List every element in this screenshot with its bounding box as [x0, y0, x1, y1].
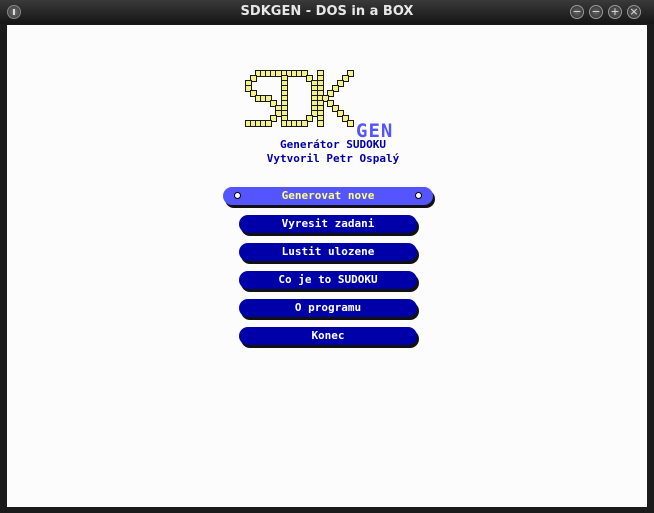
logo-block [265, 120, 272, 127]
logo-block [327, 90, 334, 97]
close-icon[interactable]: × [627, 5, 641, 19]
logo-subtitle: Generátor SUDOKU [280, 138, 386, 151]
title-bar[interactable]: SDKGEN - DOS in a BOX − − + × [0, 0, 654, 24]
menu-item-label: Generovat nove [281, 189, 375, 202]
menu-item-o-programu[interactable]: O programu [239, 299, 417, 317]
selection-marker-right [415, 192, 422, 199]
logo-block [337, 80, 344, 87]
menu-item-label: Vyresit zadani [281, 217, 375, 230]
maximize-icon[interactable]: + [608, 5, 622, 19]
dos-screen: GEN Generátor SUDOKU Vytvoril Petr Ospal… [7, 25, 647, 507]
menu-item-label: O programu [294, 301, 362, 314]
logo-block [250, 75, 257, 82]
logo-block [275, 70, 282, 77]
logo-block [311, 110, 318, 117]
logo-block [301, 120, 308, 127]
menu-item-label: Lustit ulozene [281, 245, 375, 258]
menu-item-co-je-to-sudoku[interactable]: Co je to SUDOKU [239, 271, 417, 289]
logo-block [347, 70, 354, 77]
logo-block [270, 115, 277, 122]
shade-icon[interactable]: − [570, 5, 584, 19]
dosbox-window: SDKGEN - DOS in a BOX − − + × GEN Generá… [0, 0, 654, 513]
menu-item-vyresit-zadani[interactable]: Vyresit zadani [239, 215, 417, 233]
logo-block [275, 110, 282, 117]
logo-block [342, 75, 349, 82]
menu-item-label: Co je to SUDOKU [278, 273, 378, 286]
minimize-icon[interactable]: − [589, 5, 603, 19]
window-title: SDKGEN - DOS in a BOX [240, 4, 414, 19]
logo-block [332, 85, 339, 92]
menu-item-konec[interactable]: Konec [239, 327, 417, 345]
menu-item-generovat-nove[interactable]: Generovat nove [223, 187, 433, 205]
logo-block [306, 115, 313, 122]
selection-marker-left [234, 192, 241, 199]
logo-block [317, 120, 324, 127]
logo-author: Vytvoril Petr Ospalý [266, 152, 400, 165]
logo-block [347, 120, 354, 127]
menu-item-label: Konec [311, 329, 345, 342]
menu-item-lustit-ulozene[interactable]: Lustit ulozene [239, 243, 417, 261]
